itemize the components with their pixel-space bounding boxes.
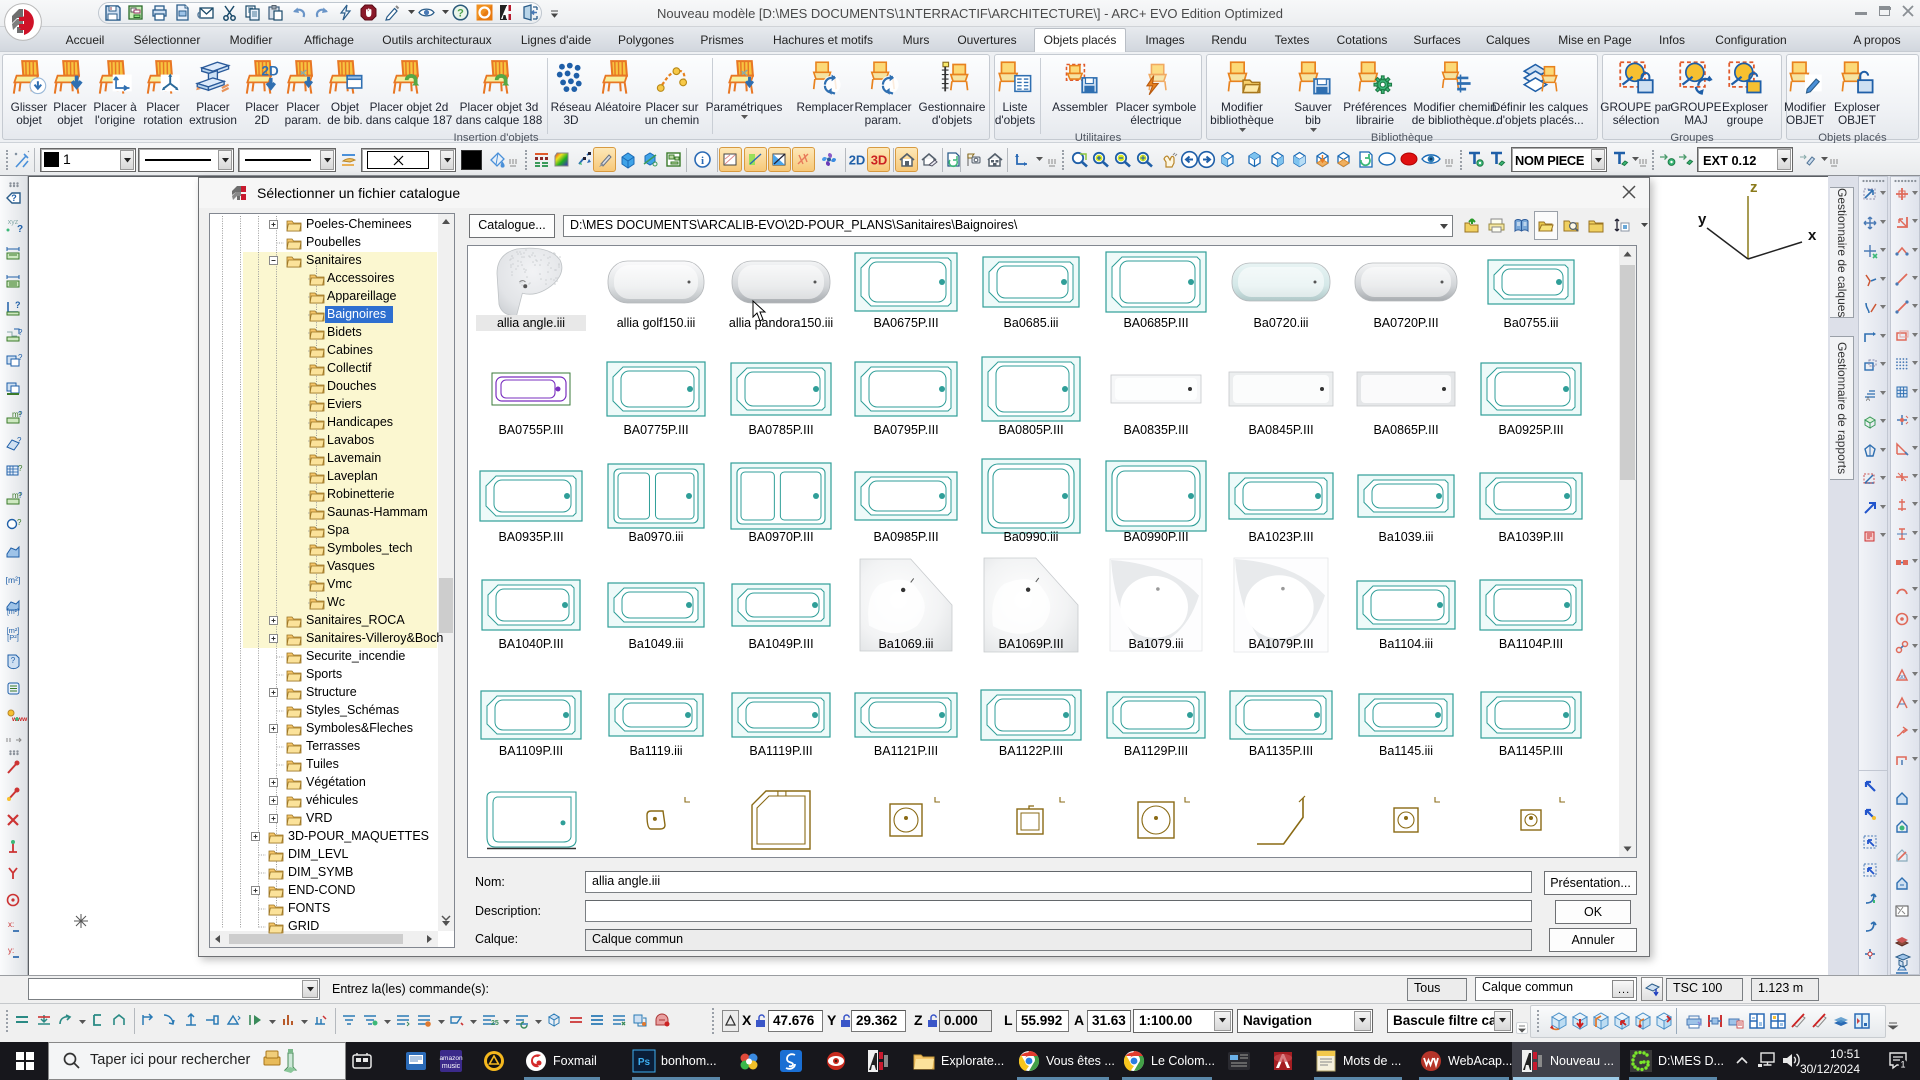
svg-text:?: ?: [457, 8, 464, 20]
svg-text:i: i: [701, 155, 704, 167]
svg-text:?: ?: [18, 353, 23, 362]
svg-text:3D: 3D: [871, 153, 888, 168]
svg-text:[P²]: [P²]: [7, 633, 19, 642]
svg-text:?: ?: [18, 328, 23, 337]
svg-text:1: 1: [1900, 1060, 1905, 1070]
svg-text:?: ?: [17, 518, 22, 527]
svg-text:x:: x:: [8, 920, 14, 929]
svg-text:[m²]: [m²]: [6, 575, 21, 585]
svg-text:A: A: [1866, 397, 1870, 403]
svg-text:music: music: [442, 1063, 461, 1070]
svg-text:y: y: [1698, 211, 1707, 228]
svg-text:z: z: [1750, 179, 1758, 196]
svg-text:[m²]: [m²]: [7, 609, 19, 616]
svg-text:Ps: Ps: [638, 1057, 651, 1068]
svg-text:x: x: [1808, 227, 1817, 244]
svg-text:90: 90: [1899, 675, 1905, 681]
svg-text:?: ?: [18, 464, 23, 473]
svg-text:25: 25: [491, 1020, 499, 1027]
svg-text:?: ?: [11, 193, 17, 203]
svg-text:y:: y:: [8, 946, 14, 955]
svg-text:?: ?: [11, 656, 16, 665]
svg-text:?: ?: [15, 300, 21, 310]
svg-text:amazon: amazon: [439, 1055, 463, 1062]
svg-text:?: ?: [17, 436, 22, 445]
svg-text:2D: 2D: [262, 64, 279, 79]
svg-text:2D: 2D: [849, 153, 866, 168]
svg-text:?: ?: [17, 224, 23, 235]
svg-text:www: www: [11, 716, 28, 723]
